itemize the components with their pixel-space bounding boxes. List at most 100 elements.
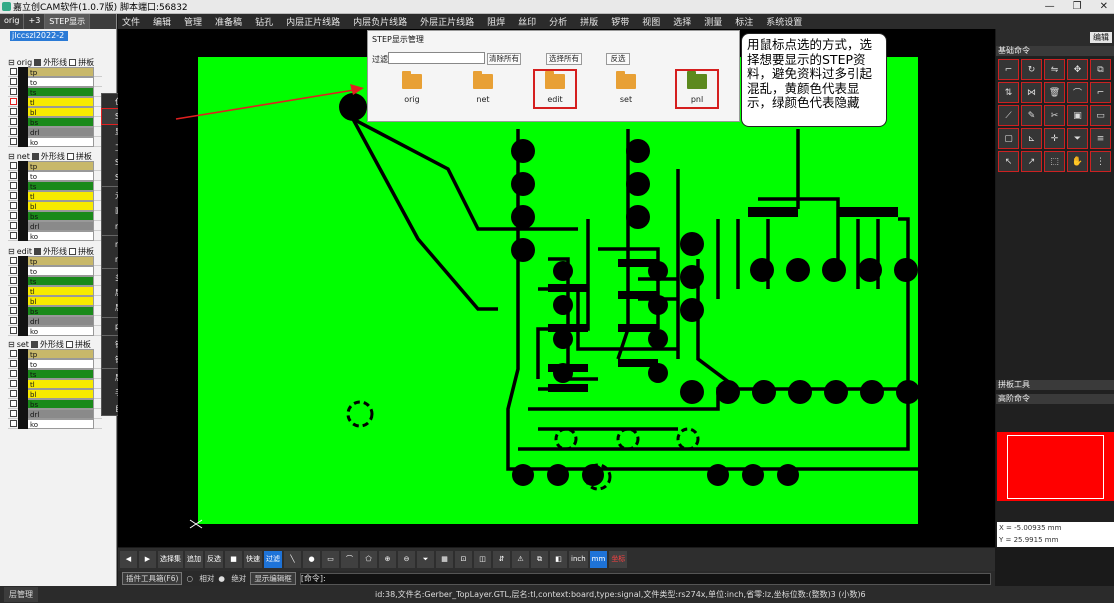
layer-affect-box[interactable] <box>18 256 28 266</box>
layer-row[interactable]: bl <box>8 389 113 399</box>
layer-affect-box[interactable] <box>18 306 28 316</box>
panel-checkbox[interactable] <box>69 247 77 255</box>
stop-icon[interactable]: ■ <box>225 551 242 568</box>
plugin-toolbox-button[interactable]: 插件工具箱(F6) <box>122 572 183 585</box>
arc-icon[interactable]: ⌒ <box>341 551 358 568</box>
close-icon[interactable]: ✕ <box>1100 1 1108 12</box>
layer-affect-box[interactable] <box>18 316 28 326</box>
menu-item-2[interactable]: 管理 <box>184 15 202 28</box>
layer-affect-box[interactable] <box>18 77 28 87</box>
menu-item-14[interactable]: 选择 <box>673 15 691 28</box>
align-icon[interactable]: ≡ <box>1090 128 1111 149</box>
layer-affect-box[interactable] <box>18 296 28 306</box>
next-icon[interactable]: ▶ <box>139 551 156 568</box>
layer-row[interactable]: tl <box>8 191 113 201</box>
layer-checkbox[interactable] <box>9 327 17 334</box>
rect-icon[interactable]: ▭ <box>322 551 339 568</box>
layer-visibility[interactable] <box>8 117 18 127</box>
layer-row[interactable]: to <box>8 266 113 276</box>
layer-row[interactable]: tl <box>8 97 113 107</box>
layer-row[interactable]: drl <box>8 127 113 137</box>
layer-affect-box[interactable] <box>18 201 28 211</box>
layer-visibility[interactable] <box>8 389 18 399</box>
menu-item-1[interactable]: 编辑 <box>153 15 171 28</box>
layer-affect-box[interactable] <box>18 409 28 419</box>
circle-icon[interactable]: ● <box>303 551 320 568</box>
layer-affect-box[interactable] <box>18 211 28 221</box>
layer-affect-box[interactable] <box>18 87 28 97</box>
layer-row[interactable]: drl <box>8 316 113 326</box>
layer-visibility[interactable] <box>8 409 18 419</box>
layer-affect-box[interactable] <box>18 191 28 201</box>
layer-management-tab[interactable]: 层管理 <box>4 587 38 602</box>
outline-checkbox[interactable] <box>34 58 42 66</box>
layer-row[interactable]: tp <box>8 256 113 266</box>
show-edit-box-button[interactable]: 显示编辑框 <box>250 572 296 585</box>
snap-icon[interactable]: ⊡ <box>455 551 472 568</box>
zoom-in-icon[interactable]: ⊕ <box>379 551 396 568</box>
polygon-icon[interactable]: ⬠ <box>360 551 377 568</box>
layer-visibility[interactable] <box>8 211 18 221</box>
layer-row[interactable]: bs <box>8 211 113 221</box>
layer-checkbox[interactable] <box>9 370 17 377</box>
menu-item-0[interactable]: 文件 <box>122 15 140 28</box>
layer-affect-box[interactable] <box>18 107 28 117</box>
filter-icon[interactable]: ⏷ <box>1067 128 1088 149</box>
layer-affect-box[interactable] <box>18 137 28 147</box>
layer-visibility[interactable] <box>8 419 18 429</box>
layer-visibility[interactable] <box>8 349 18 359</box>
layer-visibility[interactable] <box>8 266 18 276</box>
layer-checkbox[interactable] <box>9 98 17 105</box>
layer-checkbox[interactable] <box>9 267 17 274</box>
layer-checkbox[interactable] <box>9 317 17 324</box>
layer-checkbox[interactable] <box>9 380 17 387</box>
panel-tools-header[interactable]: 拼板工具 <box>996 380 1114 390</box>
layer-row[interactable]: bs <box>8 306 113 316</box>
layer-checkbox[interactable] <box>9 78 17 85</box>
clear-all-button[interactable]: 清除所有 <box>487 53 521 65</box>
layer-extra[interactable] <box>94 77 102 87</box>
filter-icon[interactable]: ⏷ <box>417 551 434 568</box>
layer-affect-box[interactable] <box>18 286 28 296</box>
menu-item-8[interactable]: 阻焊 <box>487 15 505 28</box>
layer-affect-box[interactable] <box>18 127 28 137</box>
menu-item-5[interactable]: 内层正片线路 <box>286 15 340 28</box>
pad-icon[interactable]: ▣ <box>1067 105 1088 126</box>
menu-item-16[interactable]: 标注 <box>735 15 753 28</box>
layer-row[interactable]: bl <box>8 201 113 211</box>
step-folder-set[interactable]: set <box>609 71 643 104</box>
advanced-commands-header[interactable]: 高阶命令 <box>996 394 1114 404</box>
select-all-button[interactable]: 选择所有 <box>546 53 582 65</box>
layer-visibility[interactable] <box>8 379 18 389</box>
corner-icon[interactable]: ⌐ <box>1090 82 1111 103</box>
layer-visibility[interactable] <box>8 97 18 107</box>
layer-checkbox[interactable] <box>9 350 17 357</box>
left-tab-0[interactable]: orig <box>0 14 25 29</box>
pointer-icon[interactable]: ↗ <box>1021 151 1042 172</box>
toolbar-inch[interactable]: inch <box>569 551 588 568</box>
layer-row[interactable]: bs <box>8 399 113 409</box>
layer-row[interactable]: ko <box>8 419 113 429</box>
layer-row[interactable]: tp <box>8 67 113 77</box>
layer-row[interactable]: to <box>8 359 113 369</box>
cursor-icon[interactable]: ↖ <box>998 151 1019 172</box>
layer-checkbox[interactable] <box>9 400 17 407</box>
anchor-icon[interactable]: ⌐ <box>998 59 1019 80</box>
collapse-icon[interactable]: ⊟ <box>8 340 15 349</box>
layer-affect-box[interactable] <box>18 359 28 369</box>
step-folder-orig[interactable]: orig <box>395 71 429 104</box>
layer-visibility[interactable] <box>8 107 18 117</box>
layer-checkbox[interactable] <box>9 390 17 397</box>
layer-visibility[interactable] <box>8 231 18 241</box>
shrink-icon[interactable]: ⋈ <box>1021 82 1042 103</box>
line-icon[interactable]: ╲ <box>284 551 301 568</box>
menu-item-15[interactable]: 测量 <box>704 15 722 28</box>
line-icon[interactable]: ⟋ <box>998 105 1019 126</box>
layer-visibility[interactable] <box>8 276 18 286</box>
toolbar-反选[interactable]: 反选 <box>205 551 223 568</box>
move-icon[interactable]: ✥ <box>1067 59 1088 80</box>
invert-selection-button[interactable]: 反选 <box>606 53 630 65</box>
panel-checkbox[interactable] <box>66 152 74 160</box>
delete-icon[interactable]: 🗑 <box>1044 82 1065 103</box>
layer-affect-box[interactable] <box>18 369 28 379</box>
